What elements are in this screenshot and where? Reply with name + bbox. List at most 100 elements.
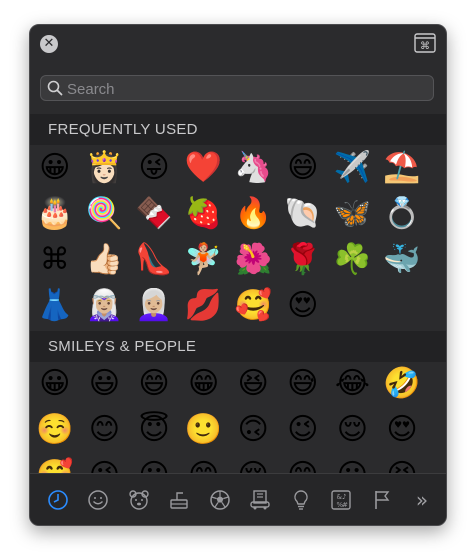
tab-travel[interactable] [246, 486, 274, 514]
emoji-cell[interactable]: 🍭 [80, 191, 130, 237]
emoji-cell[interactable]: 🍫 [129, 191, 179, 237]
emoji-glyph: ⌘ [39, 242, 70, 277]
emoji-cell[interactable]: 😄 [278, 145, 328, 191]
emoji-cell[interactable]: 🦋 [328, 191, 378, 237]
tab-animals[interactable] [125, 486, 153, 514]
emoji-glyph: 🙃 [237, 412, 269, 447]
emoji-glyph: 😅 [287, 366, 319, 401]
tab-food[interactable] [165, 486, 193, 514]
emoji-cell[interactable]: 🐳 [377, 237, 427, 283]
emoji-cell[interactable]: 🙂 [179, 407, 229, 453]
emoji-cell[interactable]: 🙃 [228, 407, 278, 453]
emoji-cell[interactable]: 🐚 [278, 191, 328, 237]
section-header-frequently-used: FREQUENTLY USED [30, 114, 446, 145]
emoji-cell[interactable]: 👸🏻 [80, 145, 130, 191]
svg-text:♪: ♪ [342, 493, 346, 501]
food-icon [170, 492, 189, 509]
category-tab-bar: & ♪ % # » [30, 473, 446, 525]
close-button[interactable]: ✕ [40, 35, 58, 53]
emoji-cell[interactable]: 😄 [129, 361, 179, 407]
emoji-cell[interactable]: 👗 [30, 283, 80, 329]
tab-recent[interactable] [44, 486, 72, 514]
emoji-glyph: 😍 [287, 288, 319, 323]
character-viewer-icon: ⌘ [414, 33, 436, 53]
svg-text:⌘: ⌘ [420, 41, 430, 52]
tab-objects[interactable] [287, 486, 315, 514]
emoji-cell[interactable]: 🤣 [377, 361, 427, 407]
emoji-glyph: 😇 [138, 412, 170, 447]
emoji-cell[interactable]: 😊 [80, 407, 130, 453]
emoji-glyph: 🌺 [234, 242, 272, 277]
emoji-glyph: ☺️ [36, 412, 74, 447]
emoji-cell[interactable]: ⛱️ [377, 145, 427, 191]
tab-smileys[interactable] [84, 486, 112, 514]
recent-icon [48, 490, 68, 510]
emoji-glyph: 🥰 [234, 288, 272, 323]
svg-text:#: # [342, 501, 348, 509]
emoji-cell[interactable]: ❤️ [179, 145, 229, 191]
emoji-cell[interactable]: 👍🏻 [80, 237, 130, 283]
emoji-glyph: 😁 [187, 366, 220, 401]
emoji-cell[interactable]: 😀 [30, 361, 80, 407]
section-header-smileys-people: SMILEYS & PEOPLE [30, 331, 446, 362]
emoji-cell[interactable]: 🌹 [278, 237, 328, 283]
emoji-cell[interactable]: 🧝🏼‍♀️ [80, 283, 130, 329]
emoji-cell[interactable]: 😃 [80, 361, 130, 407]
emoji-glyph: 🔥 [234, 196, 272, 231]
emoji-glyph: 💍 [383, 196, 421, 231]
emoji-glyph: 😍 [386, 412, 418, 447]
emoji-glyph: 🐳 [383, 242, 421, 277]
emoji-cell[interactable]: 😇 [129, 407, 179, 453]
tab-activity[interactable] [206, 486, 234, 514]
emoji-glyph: 😜 [138, 150, 170, 185]
emoji-cell[interactable]: ⌘ [30, 237, 80, 283]
emoji-cell[interactable]: 😅 [278, 361, 328, 407]
emoji-cell[interactable]: 😍 [377, 407, 427, 453]
emoji-glyph: 😊 [88, 412, 121, 447]
emoji-cell[interactable]: 🔥 [228, 191, 278, 237]
emoji-cell[interactable]: 👩🏼‍🦳 [129, 283, 179, 329]
emoji-cell[interactable]: ☺️ [30, 407, 80, 453]
emoji-picker-panel: ✕ ⌘ FREQUENTLY USED 😀 👸🏻 😜 ❤️ 🦄 😄 ✈️ ⛱️ 🎂 🍭 🍫 🍓 🔥 🐚 🦋 💍… [29, 24, 447, 526]
tab-symbols[interactable]: & ♪ % # [327, 486, 355, 514]
emoji-cell[interactable]: 🦄 [228, 145, 278, 191]
search-input[interactable] [65, 77, 429, 101]
emoji-glyph: 😀 [39, 366, 71, 401]
emoji-cell[interactable]: ☘️ [328, 237, 378, 283]
emoji-glyph: 🎂 [36, 196, 74, 231]
character-viewer-button[interactable]: ⌘ [414, 33, 436, 53]
emoji-cell[interactable]: 👠 [129, 237, 179, 283]
tab-flags[interactable] [368, 486, 396, 514]
emoji-cell[interactable]: 😀 [30, 145, 80, 191]
emoji-cell[interactable]: 🌺 [228, 237, 278, 283]
emoji-glyph: 🍭 [85, 196, 124, 231]
emoji-cell[interactable]: 🎂 [30, 191, 80, 237]
emoji-cell[interactable]: 🍓 [179, 191, 229, 237]
emoji-glyph: 😆 [237, 366, 269, 401]
emoji-glyph: 🧝🏼‍♀️ [85, 288, 124, 323]
emoji-cell[interactable]: 💍 [377, 191, 427, 237]
emoji-cell[interactable]: 💋 [179, 283, 229, 329]
emoji-cell[interactable]: 😌 [328, 407, 378, 453]
tab-more[interactable]: » [408, 486, 436, 514]
emoji-glyph: 😀 [39, 150, 71, 185]
animal-icon [129, 490, 149, 510]
emoji-cell[interactable]: ✈️ [328, 145, 378, 191]
emoji-cell[interactable]: 😉 [278, 407, 328, 453]
search-field[interactable] [40, 75, 434, 101]
emoji-glyph: 🐚 [284, 196, 322, 231]
emoji-cell[interactable]: 😆 [228, 361, 278, 407]
flag-icon [374, 491, 389, 509]
emoji-glyph: 👸🏻 [85, 150, 124, 185]
emoji-glyph: ✈️ [333, 150, 372, 185]
emoji-cell[interactable]: 😍 [278, 283, 328, 329]
emoji-cell[interactable]: 😜 [129, 145, 179, 191]
emoji-glyph: 🌹 [284, 242, 322, 277]
emoji-cell[interactable]: 🧚🏼 [179, 237, 229, 283]
emoji-cell[interactable]: 🥰 [228, 283, 278, 329]
emoji-cell[interactable]: 😂 [328, 361, 378, 407]
emoji-glyph: 👍🏻 [85, 242, 124, 277]
emoji-cell[interactable]: 😁 [179, 361, 229, 407]
emoji-glyph: 😄 [138, 366, 170, 401]
emoji-glyph: 😌 [336, 412, 368, 447]
